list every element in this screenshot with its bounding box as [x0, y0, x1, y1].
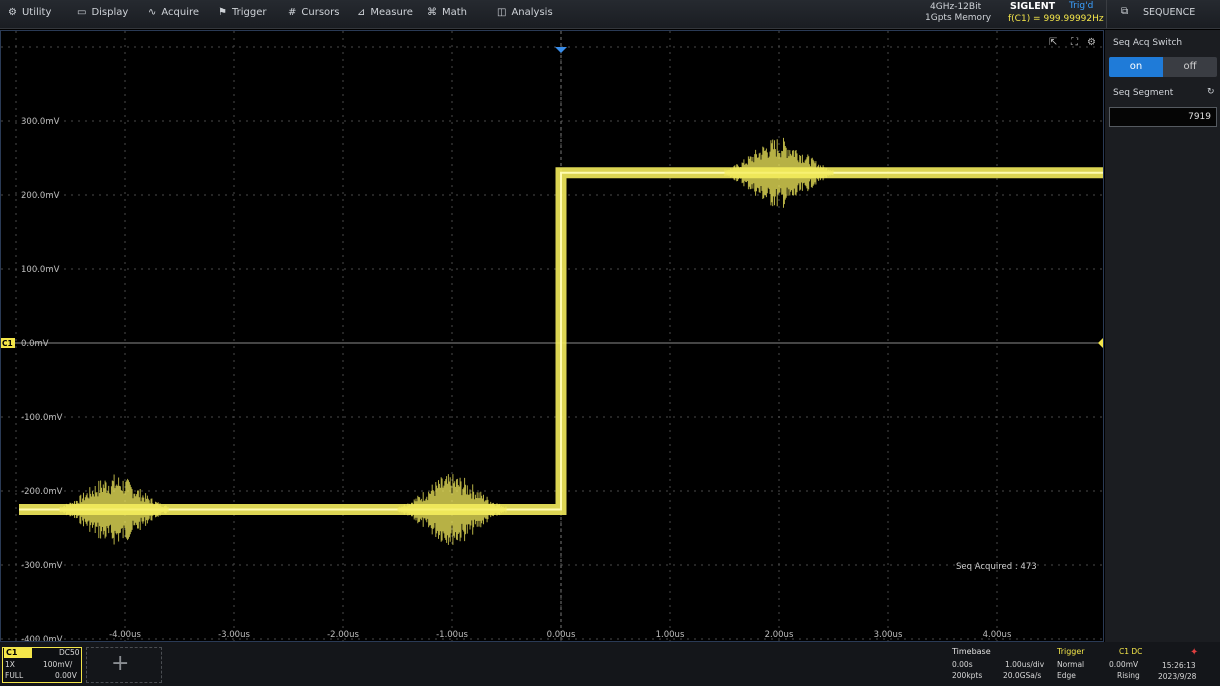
y-tick-label: -100.0mV: [21, 413, 63, 423]
sequence-title-label: SEQUENCE: [1143, 7, 1196, 18]
switch-on-option[interactable]: on: [1109, 57, 1163, 77]
menu-math-label: Math: [442, 7, 468, 18]
math-icon: ⌘: [427, 7, 437, 18]
menu-acquire-label: Acquire: [161, 7, 200, 18]
x-tick-label: 0.00us: [547, 630, 576, 640]
y-tick-label: -400.0mV: [21, 635, 63, 641]
network-icon: ✦: [1190, 647, 1199, 658]
display-icon: ▭: [77, 7, 87, 18]
noise-burst: [397, 474, 507, 545]
menu-trigger[interactable]: ⚑ Trigger: [218, 0, 266, 28]
trigger-status: Trig'd: [1069, 1, 1094, 11]
refresh-icon[interactable]: ↻: [1207, 87, 1215, 97]
timebase-delay: 0.00s: [952, 660, 973, 669]
acquire-icon: ∿: [148, 7, 157, 18]
noise-burst: [59, 474, 169, 545]
menu-utility-label: Utility: [21, 7, 52, 18]
seq-acquired-label: Seq Acquired : 473: [956, 562, 1037, 572]
x-tick-label: -4.00us: [109, 630, 141, 640]
waveform-display[interactable]: 300.0mV 200.0mV 100.0mV 0.0mV -100.0mV -200.0…: [0, 30, 1104, 642]
y-tick-label: 100.0mV: [21, 265, 60, 275]
menu-measure[interactable]: ⊿ Measure: [357, 0, 413, 28]
sequence-panel: Seq Acq Switch on off Seq Segment ↻ 7919: [1105, 30, 1220, 642]
trigger-type: Edge: [1057, 671, 1076, 680]
seq-acq-switch[interactable]: on off: [1109, 57, 1217, 77]
add-channel-button[interactable]: +: [86, 647, 162, 683]
channel-1-tag: C1: [4, 648, 32, 658]
clock-time: 15:26:13: [1162, 661, 1196, 670]
timebase-points: 200kpts: [952, 671, 983, 680]
measure-icon: ⊿: [357, 7, 366, 18]
brand-logo: SIGLENT: [1010, 1, 1056, 12]
screen-tool-icon: ⚙: [1087, 37, 1096, 48]
menu-cursors-label: Cursors: [301, 7, 340, 18]
y-tick-label: -300.0mV: [21, 561, 63, 571]
timebase-scale: 1.00us/div: [1005, 660, 1045, 669]
trigger-source: C1 DC: [1119, 647, 1143, 656]
timebase-label: Timebase: [952, 647, 991, 656]
trigger-mode: Normal: [1057, 660, 1085, 669]
seq-segment-input[interactable]: 7919: [1109, 107, 1217, 127]
menu-display-label: Display: [91, 7, 129, 18]
switch-off-option[interactable]: off: [1163, 57, 1217, 77]
menu-acquire[interactable]: ∿ Acquire: [148, 0, 199, 28]
timebase-info[interactable]: Timebase 0.00s 1.00us/div 200kpts 20.0GS…: [950, 647, 1054, 683]
x-tick-label: 3.00us: [874, 630, 903, 640]
screen-tool-icon: ⇱: [1049, 37, 1057, 48]
x-tick-label: 4.00us: [983, 630, 1012, 640]
device-info: 4GHz-12Bit 1Gpts Memory SIGLENT Trig'd f…: [912, 0, 1104, 28]
x-tick-label: -3.00us: [218, 630, 250, 640]
sequence-menu-title[interactable]: ⧉ SEQUENCE: [1106, 0, 1220, 28]
channel-offset: 0.00V: [55, 671, 77, 680]
frequency-readout: f(C1) = 999.99992Hz: [1008, 14, 1104, 24]
menu-utility[interactable]: ⚙ Utility: [8, 0, 51, 28]
analysis-icon: ◫: [497, 7, 507, 18]
trigger-info[interactable]: Trigger C1 DC Normal 0.00mV Edge Rising: [1055, 647, 1149, 683]
waveform-trace-core: [19, 171, 1103, 511]
channel-1-info[interactable]: C1 DC50 1X 100mV/ FULL 0.00V: [2, 647, 82, 683]
x-tick-label: -2.00us: [327, 630, 359, 640]
menu-display[interactable]: ▭ Display: [77, 0, 128, 28]
menu-analysis[interactable]: ◫ Analysis: [497, 0, 553, 28]
menu-measure-label: Measure: [370, 7, 413, 18]
channel-coupling: DC50: [59, 648, 80, 657]
plus-icon: +: [111, 651, 130, 676]
gear-icon: ⚙: [8, 7, 17, 18]
screen-tool-icon: ⛶: [1070, 37, 1079, 48]
sample-rate: 20.0GSa/s: [1003, 671, 1042, 680]
trigger-level-marker: [1098, 338, 1103, 348]
trigger-label: Trigger: [1057, 647, 1085, 656]
x-tick-label: 2.00us: [765, 630, 794, 640]
trigger-icon: ⚑: [218, 7, 227, 18]
spec-memory: 1Gpts Memory: [925, 13, 992, 23]
menu-trigger-label: Trigger: [231, 7, 267, 18]
x-tick-label: 1.00us: [656, 630, 685, 640]
x-tick-label: -1.00us: [436, 630, 468, 640]
channel-bandwidth: FULL: [5, 671, 24, 680]
y-tick-label: 300.0mV: [21, 117, 60, 127]
trigger-slope: Rising: [1117, 671, 1140, 680]
spec-bandwidth: 4GHz-12Bit: [930, 2, 982, 12]
channel-scale: 100mV/: [43, 660, 73, 669]
clock-info: ✦ 15:26:13 2023/9/28: [1152, 647, 1218, 683]
channel-probe: 1X: [5, 660, 15, 669]
channel-1-marker-label: C1: [2, 339, 13, 348]
noise-burst: [724, 137, 834, 208]
trigger-level: 0.00mV: [1109, 660, 1139, 669]
trigger-position-marker: [555, 47, 567, 53]
sequence-icon: ⧉: [1121, 6, 1129, 17]
menu-analysis-label: Analysis: [511, 7, 553, 18]
waveform-grid: 300.0mV 200.0mV 100.0mV 0.0mV -100.0mV -200.0…: [1, 31, 1103, 641]
cursors-icon: #: [288, 7, 297, 18]
status-bar: C1 DC50 1X 100mV/ FULL 0.00V + Timebase …: [0, 642, 1220, 686]
y-tick-label: 0.0mV: [21, 339, 49, 349]
seq-segment-label: Seq Segment: [1113, 88, 1174, 98]
y-tick-label: 200.0mV: [21, 191, 60, 201]
seq-acq-switch-label: Seq Acq Switch: [1113, 38, 1183, 48]
y-tick-label: -200.0mV: [21, 487, 63, 497]
top-menu-bar: ⚙ Utility ▭ Display ∿ Acquire ⚑ Trigger # Cur…: [0, 0, 1220, 29]
clock-date: 2023/9/28: [1158, 672, 1197, 681]
menu-math[interactable]: ⌘ Math: [427, 0, 467, 28]
menu-cursors[interactable]: # Cursors: [288, 0, 339, 28]
